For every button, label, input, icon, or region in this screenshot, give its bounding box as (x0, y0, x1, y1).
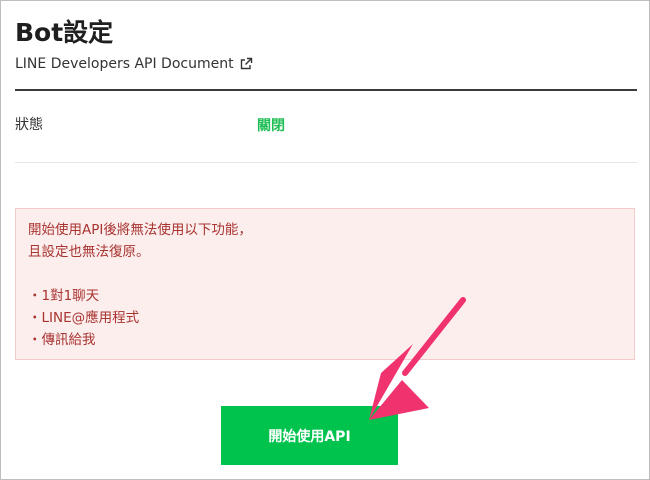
status-label: 狀態 (15, 117, 43, 133)
list-item: 1對1聊天 (28, 285, 139, 307)
external-link-icon (239, 57, 253, 71)
page-title: Bot設定 (15, 18, 114, 47)
warning-line-2: 且設定也無法復原。 (28, 244, 150, 260)
status-divider (15, 162, 637, 163)
status-value: 關閉 (257, 118, 285, 134)
list-item: LINE@應用程式 (28, 307, 140, 329)
start-api-button[interactable]: 開始使用API (221, 406, 398, 465)
status-row: 狀態 關閉 (15, 91, 637, 163)
api-document-link-label: LINE Developers API Document (15, 56, 234, 72)
warning-line-1: 開始使用API後將無法使用以下功能， (28, 222, 252, 238)
api-document-link[interactable]: LINE Developers API Document (15, 54, 253, 74)
warning-box: 開始使用API後將無法使用以下功能， 且設定也無法復原。 1對1聊天 LINE@… (15, 208, 635, 360)
disabled-features-list: 1對1聊天 LINE@應用程式 傳訊給我 (28, 285, 140, 351)
list-item: 傳訊給我 (28, 329, 139, 351)
warning-message: 開始使用API後將無法使用以下功能， 且設定也無法復原。 (28, 219, 252, 263)
settings-panel: Bot設定 LINE Developers API Document 狀態 關閉… (0, 0, 650, 480)
